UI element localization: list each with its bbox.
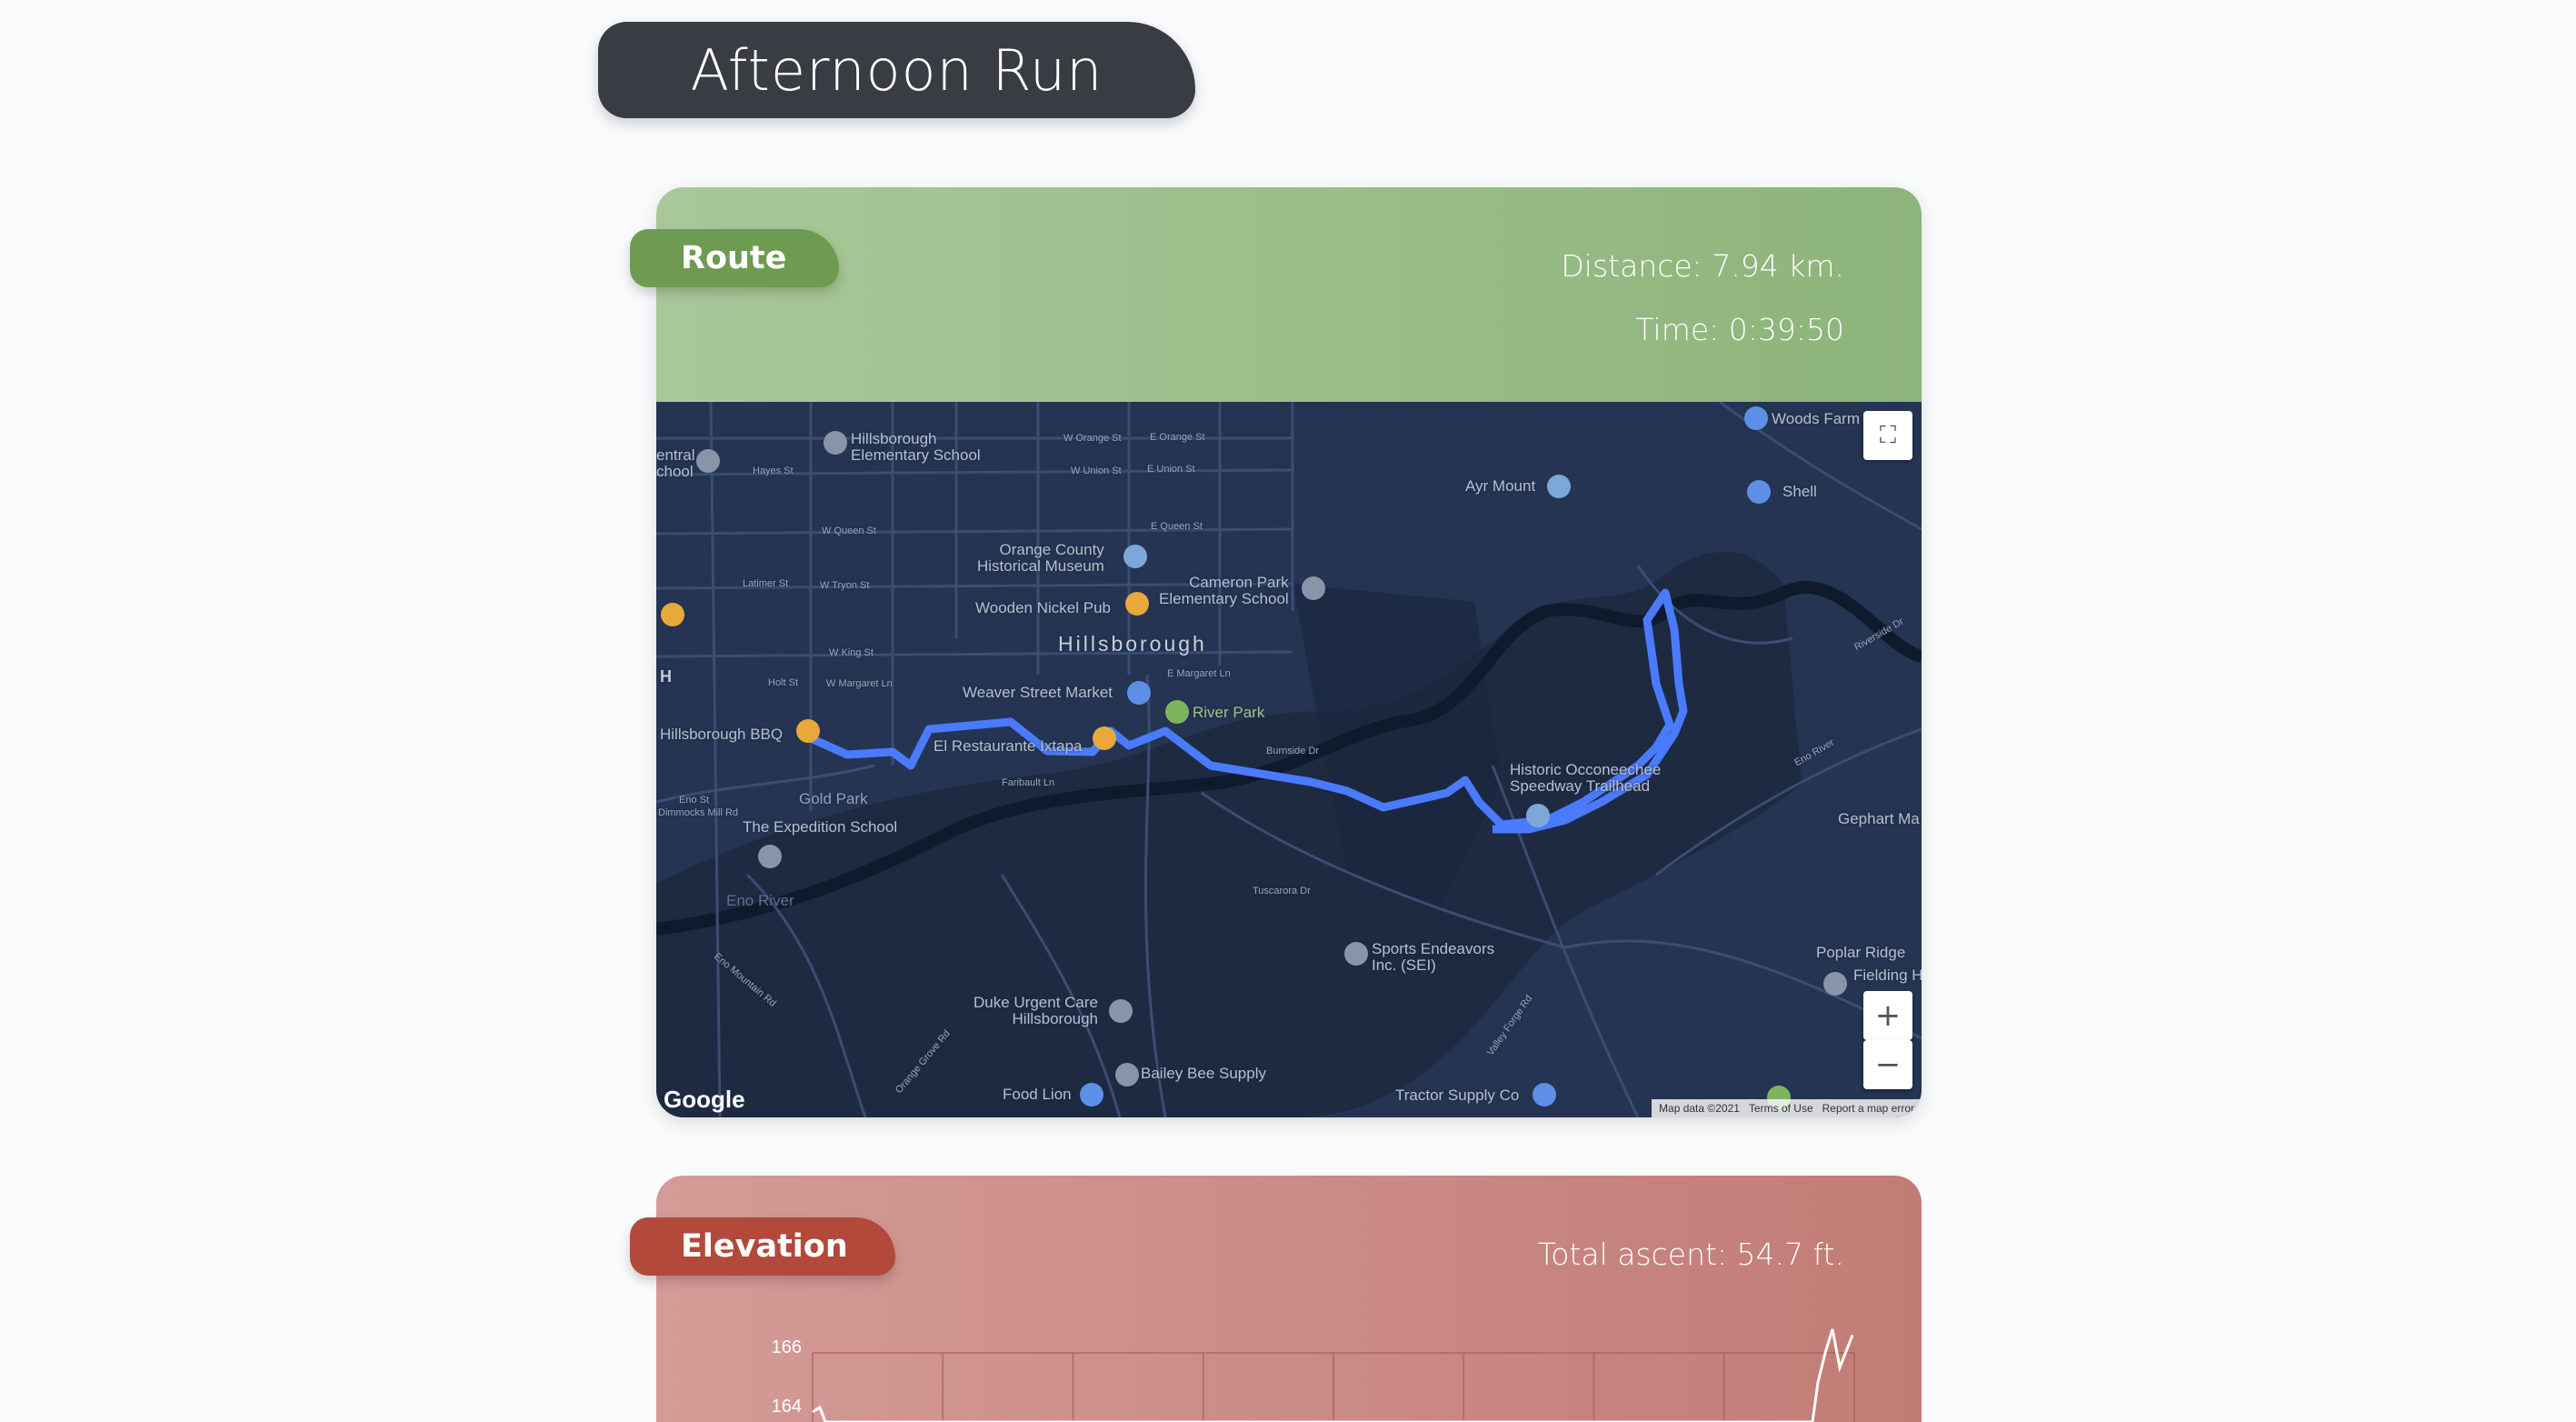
elevation-tab: Elevation [630,1217,895,1276]
elevation-chart: 166 164 [772,1328,1855,1422]
map-letter: H [660,667,672,686]
route-map[interactable]: Hillsborough Hillsborough Elementary Sch… [656,402,1922,1117]
street-label: Burnside Dr [1266,746,1320,756]
fullscreen-icon[interactable]: ⛶ [1863,411,1912,460]
poi-label: Sports Endeavors Inc. (SEI) [1372,940,1495,974]
poi-label: The Expedition School [743,818,898,836]
zoom-out-button[interactable]: − [1863,1040,1912,1089]
map-data-attribution: Map data ©2021 [1659,1102,1740,1115]
poi-label: Gold Park [799,790,868,807]
street-label: Holt St [768,677,799,688]
poi-label: River Park [1193,704,1265,721]
street-label: W Orange St [1063,433,1122,444]
poi-label: Ayr Mount [1465,477,1536,495]
poi-label: Historic Occoneechee Speedway Trailhead [1510,761,1662,795]
poi-label: Food Lion [1003,1086,1072,1103]
elevation-grid [812,1352,1855,1422]
route-card: Distance: 7.94 km. Time: 0:39:50 Hillsbo… [656,187,1922,1117]
street-label: W Margaret Ln [826,678,893,689]
poi-label: Weaver Street Market [963,684,1113,701]
street-label: Latimer St [743,578,789,589]
poi-label: Tractor Supply Co [1395,1087,1520,1104]
y-tick-label: 164 [772,1397,802,1417]
poi-label: Shell [1782,483,1817,500]
street-label: Dimmocks Mill Rd [658,807,738,818]
poi-label: El Restaurante Ixtapa [934,737,1083,755]
distance-stat: Distance: 7.94 km. [1561,248,1844,284]
street-label: W Queen St [822,526,876,536]
map-canvas[interactable] [656,402,1922,1117]
poi-label: entral chool [656,446,695,480]
route-tab: Route [630,229,839,287]
street-label: E Orange St [1150,432,1205,443]
map-footer: Map data ©2021 Terms of Use Report a map… [1652,1099,1922,1117]
street-label: Hayes St [753,466,794,476]
google-logo: Google [664,1086,745,1113]
street-label: W Tryon St [820,580,870,591]
poi-label: Cameron Park Elementary School [1159,574,1289,607]
street-label: W King St [829,647,874,658]
page-title: Afternoon Run [598,22,1195,118]
elevation-card: Total ascent: 54.7 ft. 166 164 [656,1176,1922,1422]
street-label: E Union St [1147,464,1195,475]
terms-link[interactable]: Terms of Use [1749,1102,1813,1115]
poi-label: Eno River [726,892,794,909]
street-label: W Union St [1071,466,1122,476]
poi-label: Poplar Ridge [1816,944,1906,961]
street-label: Faribault Ln [1002,777,1055,788]
zoom-in-button[interactable]: + [1863,991,1912,1040]
poi-label: Orange County Historical Museum [977,541,1104,575]
report-error-link[interactable]: Report a map error [1822,1102,1914,1115]
street-label: E Margaret Ln [1167,668,1231,679]
poi-label: Hillsborough BBQ [660,726,784,743]
poi-label: Fielding H [1853,966,1922,984]
street-label: E Queen St [1151,521,1203,532]
poi-label: Hillsborough Elementary School [851,430,981,464]
poi-label: Duke Urgent Care Hillsborough [973,994,1099,1027]
street-label: Tuscarora Dr [1253,886,1311,896]
time-stat: Time: 0:39:50 [1635,312,1844,347]
poi-label: Woods Farm [1772,410,1860,427]
street-label: Eno St [679,795,710,806]
poi-label: Wooden Nickel Pub [975,599,1111,616]
poi-label: Bailey Bee Supply [1141,1065,1266,1082]
y-tick-label: 166 [772,1337,802,1357]
poi-label: Gephart Ma [1838,810,1920,827]
city-label: Hillsborough [1058,632,1207,656]
